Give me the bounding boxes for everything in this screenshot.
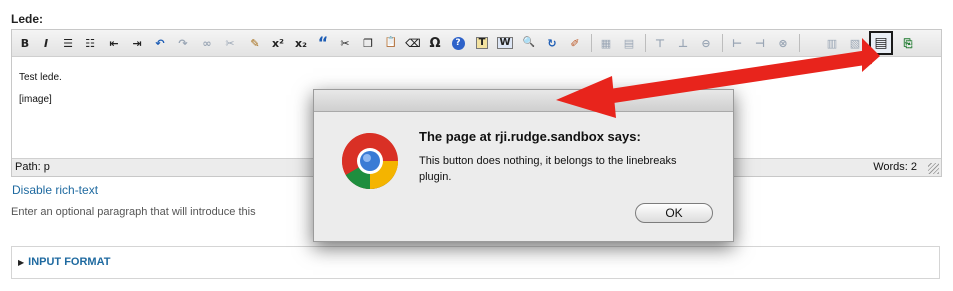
resize-grip-icon[interactable] — [928, 163, 939, 174]
lede-label: Lede: — [11, 12, 44, 26]
disable-rich-text-link[interactable]: Disable rich-text — [12, 183, 98, 197]
chrome-logo-icon — [342, 133, 398, 189]
col-after-icon[interactable]: ⊣ — [750, 33, 770, 53]
row-before-icon[interactable]: ⊤ — [650, 33, 670, 53]
table-icon[interactable]: ▦ — [596, 33, 616, 53]
paste-icon[interactable]: 📋 — [381, 33, 401, 53]
find-icon[interactable]: 🔍 — [519, 33, 539, 53]
table-props-icon[interactable]: ▤ — [619, 33, 639, 53]
cut-icon[interactable]: ✂ — [335, 33, 355, 53]
dialog-title: The page at rji.rudge.sandbox says: — [419, 129, 641, 144]
toolbar-separator — [645, 34, 646, 52]
italic-icon[interactable]: I — [36, 33, 56, 53]
toolbar-separator — [591, 34, 592, 52]
export-icon[interactable]: ⎘ — [898, 33, 918, 53]
indent-icon[interactable]: ⇥ — [127, 33, 147, 53]
input-format-label: INPUT FORMAT — [28, 256, 111, 268]
bullet-list-icon[interactable]: ☰ — [58, 33, 78, 53]
ok-button[interactable]: OK — [635, 203, 713, 223]
word-count: Words: 2 — [873, 161, 917, 173]
outdent-icon[interactable]: ⇤ — [104, 33, 124, 53]
superscript-icon[interactable]: x² — [268, 33, 288, 53]
redo-icon[interactable]: ↷ — [173, 33, 193, 53]
editor-toolbar: B I ☰ ☷ ⇤ ⇥ ↶ ↷ ∞ ✂ ✎ x² x₂ “ ✂ ❐ 📋 ⌫ Ω … — [12, 30, 941, 57]
cleanup-icon[interactable]: ✎ — [245, 33, 265, 53]
input-format-toggle[interactable]: ▶ INPUT FORMAT — [18, 256, 110, 268]
eraser-icon[interactable]: ⌫ — [403, 33, 423, 53]
expand-triangle-icon: ▶ — [18, 258, 25, 267]
input-format-fieldset: ▶ INPUT FORMAT — [11, 246, 940, 279]
copy-icon[interactable]: ❐ — [358, 33, 378, 53]
merge-cells-icon[interactable]: ▧ — [845, 33, 865, 53]
dialog-message: This button does nothing, it belongs to … — [419, 155, 677, 183]
toolbar-separator — [722, 34, 723, 52]
link-icon[interactable]: ∞ — [197, 33, 217, 53]
linebreaks-icon[interactable]: ▤ — [869, 31, 893, 55]
editor-content[interactable]: Test lede. [image] — [19, 67, 62, 111]
content-line: Test lede. — [19, 72, 62, 83]
delete-row-icon[interactable]: ⊖ — [696, 33, 716, 53]
delete-col-icon[interactable]: ⊗ — [773, 33, 793, 53]
replace-icon[interactable]: ↻ — [542, 33, 562, 53]
field-description: Enter an optional paragraph that will in… — [11, 206, 256, 218]
numbered-list-icon[interactable]: ☷ — [80, 33, 100, 53]
undo-icon[interactable]: ↶ — [150, 33, 170, 53]
row-after-icon[interactable]: ⊥ — [673, 33, 693, 53]
paste-text-icon[interactable]: T — [472, 33, 492, 53]
unlink-icon[interactable]: ✂ — [220, 33, 240, 53]
split-cells-icon[interactable]: ▥ — [822, 33, 842, 53]
content-line: [image] — [19, 94, 52, 105]
alert-dialog: The page at rji.rudge.sandbox says: This… — [313, 89, 734, 242]
bold-icon[interactable]: B — [15, 33, 35, 53]
edit-html-icon[interactable]: ✐ — [565, 33, 585, 53]
special-char-icon[interactable]: Ω — [425, 33, 445, 53]
dialog-titlebar[interactable] — [314, 90, 733, 112]
toolbar-separator — [799, 34, 800, 52]
paste-word-icon[interactable]: W — [495, 33, 515, 53]
element-path: Path: p — [15, 161, 50, 173]
help-icon[interactable]: ? — [448, 33, 468, 53]
col-before-icon[interactable]: ⊢ — [727, 33, 747, 53]
blockquote-icon[interactable]: “ — [313, 33, 333, 53]
subscript-icon[interactable]: x₂ — [291, 33, 311, 53]
